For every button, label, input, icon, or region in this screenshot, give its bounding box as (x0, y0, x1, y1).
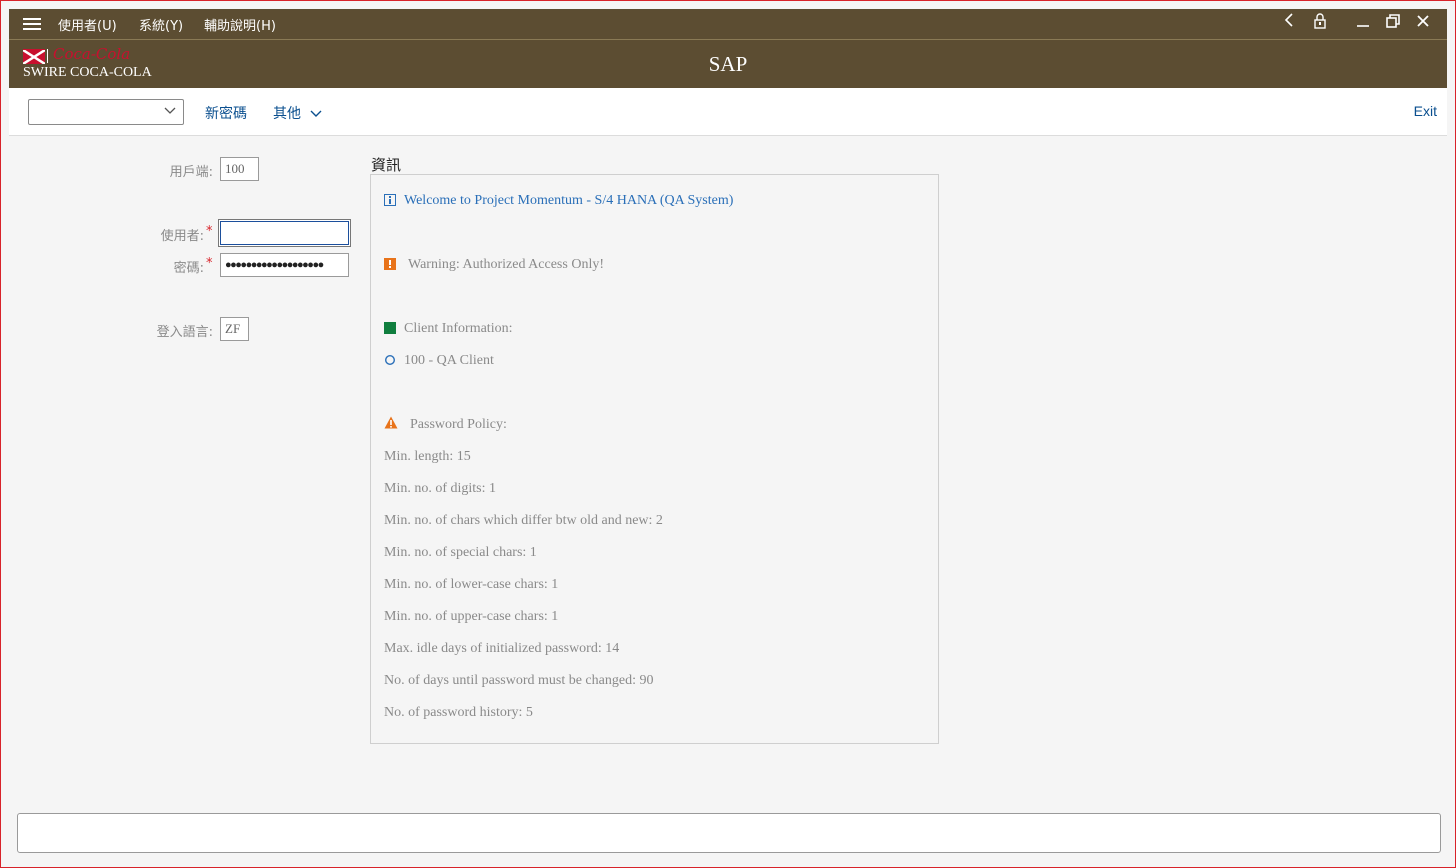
warning-icon (384, 258, 396, 270)
policy-line: Min. length: 15 (384, 449, 471, 464)
password-input[interactable]: ●●●●●●●●●●●●●●●●●●● (220, 253, 349, 277)
lock-icon[interactable] (1309, 13, 1331, 33)
new-password-button[interactable]: 新密碼 (205, 103, 247, 123)
info-panel: Welcome to Project Momentum - S/4 HANA (… (370, 174, 939, 744)
chevron-down-icon (164, 107, 176, 114)
chevron-down-icon (310, 110, 322, 117)
alert-triangle-icon (384, 416, 398, 429)
more-menu-button[interactable]: 其他 (273, 103, 323, 123)
info-title: 資訊 (371, 156, 402, 174)
policy-heading: Password Policy: (410, 417, 507, 432)
minimize-icon[interactable] (1352, 13, 1374, 33)
policy-line: Min. no. of upper-case chars: 1 (384, 609, 559, 624)
info-icon (384, 194, 396, 206)
exit-button[interactable]: Exit (1414, 103, 1437, 119)
close-icon[interactable] (1412, 13, 1434, 33)
user-required-marker: * (206, 224, 213, 239)
back-icon[interactable] (1279, 13, 1301, 31)
success-square-icon (384, 322, 396, 334)
policy-line: Min. no. of digits: 1 (384, 481, 497, 496)
app-header: Coca-Cola SWIRE COCA-COLA SAP (9, 39, 1447, 89)
command-field-dropdown[interactable] (28, 99, 184, 125)
circle-icon (384, 354, 396, 366)
client-input[interactable]: 100 (220, 157, 259, 181)
policy-line: No. of password history: 5 (384, 705, 533, 720)
warning-text: Warning: Authorized Access Only! (408, 257, 604, 272)
client-entry: 100 - QA Client (404, 353, 494, 368)
menu-user[interactable]: 使用者(U) (58, 15, 117, 34)
language-input[interactable]: ZF (220, 317, 249, 341)
more-menu-label: 其他 (273, 106, 301, 122)
status-bar (17, 813, 1441, 853)
client-label: 用戶端: (169, 165, 213, 180)
restore-icon[interactable] (1382, 13, 1404, 33)
app-title: SAP (708, 52, 748, 76)
hamburger-menu-icon[interactable] (23, 15, 41, 33)
password-label: 密碼: (173, 261, 204, 276)
language-label: 登入語言: (156, 325, 213, 340)
password-required-marker: * (206, 256, 213, 271)
policy-line: Min. no. of special chars: 1 (384, 545, 537, 560)
menu-system[interactable]: 系統(Y) (139, 15, 183, 34)
policy-line: Min. no. of chars which differ btw old a… (384, 513, 663, 528)
policy-line: Max. idle days of initialized password: … (384, 641, 620, 656)
welcome-text: Welcome to Project Momentum - S/4 HANA (… (404, 193, 734, 208)
user-label: 使用者: (160, 229, 204, 244)
menu-bar: 使用者(U) 系統(Y) 輔助說明(H) (9, 9, 1447, 39)
client-info-heading: Client Information: (404, 321, 513, 336)
toolbar: 新密碼 其他 Exit (9, 88, 1447, 136)
menu-help[interactable]: 輔助說明(H) (204, 15, 276, 34)
policy-line: Min. no. of lower-case chars: 1 (384, 577, 559, 592)
user-input[interactable] (220, 221, 349, 245)
policy-line: No. of days until password must be chang… (384, 673, 654, 688)
